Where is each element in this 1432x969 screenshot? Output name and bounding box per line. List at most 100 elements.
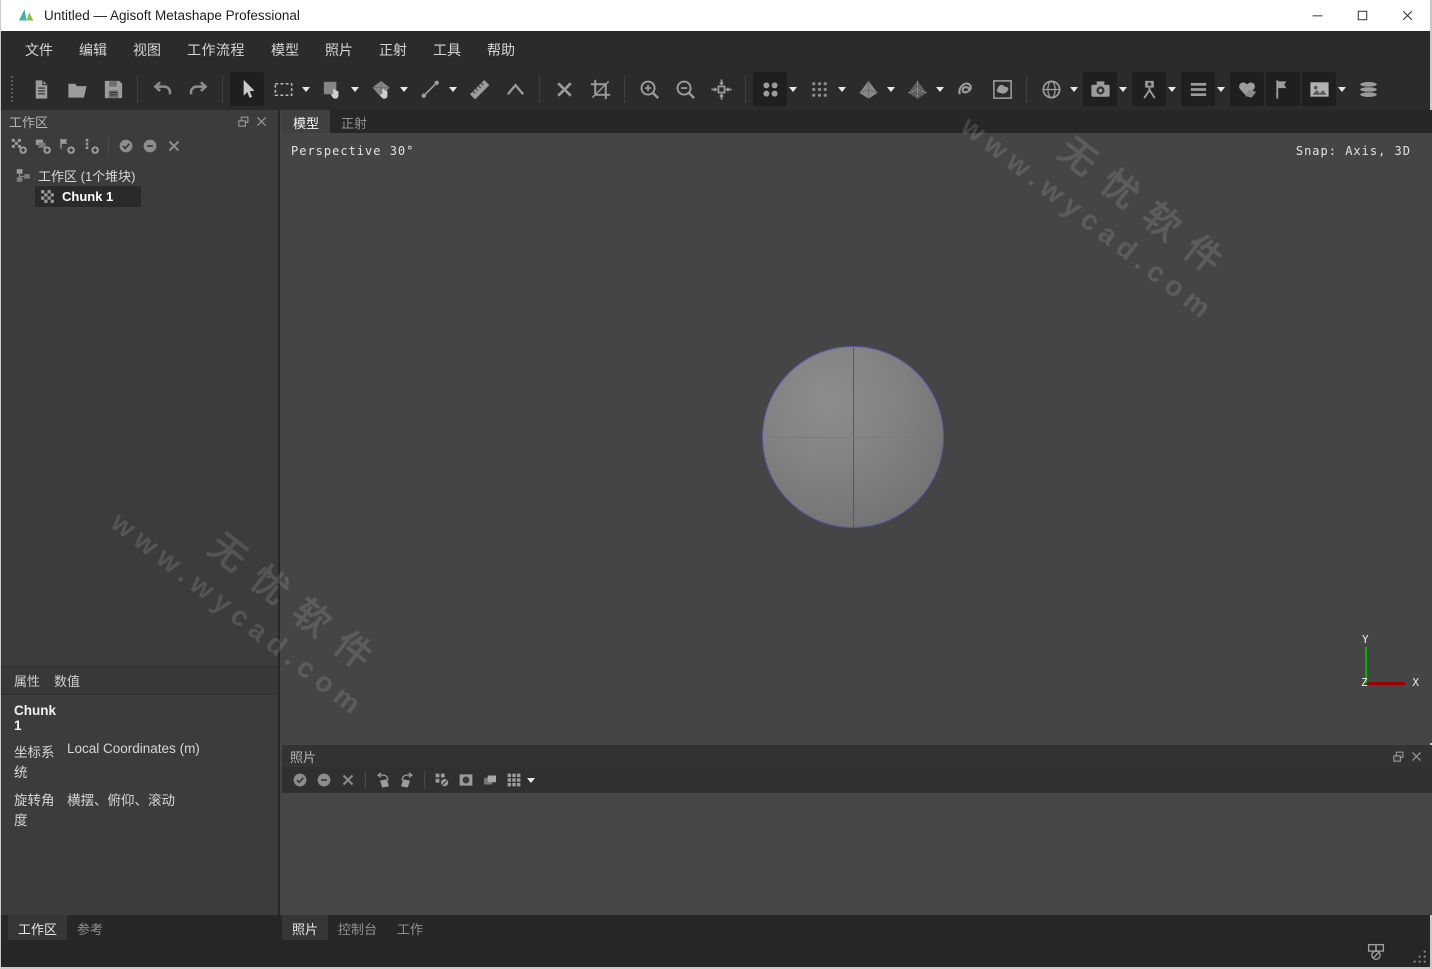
model-wireframe-view-button[interactable] [900,72,934,106]
dense-cloud-view-button[interactable] [802,72,836,106]
move-object-button[interactable] [315,72,349,106]
add-photos-button[interactable] [31,135,55,157]
measure-line-icon [419,78,442,101]
menu-file[interactable]: 文件 [12,34,66,66]
globe-view-button[interactable] [1034,72,1068,106]
viewport-canvas[interactable]: Perspective 30° Snap: Axis, 3D Y Z X [282,133,1432,743]
chevron-down-icon[interactable] [1119,87,1127,96]
chevron-down-icon[interactable] [400,87,408,96]
add-chunk-button[interactable] [7,135,31,157]
show-basemap-button[interactable] [1351,72,1385,106]
selection-tool-button[interactable] [230,72,264,106]
details-view-button[interactable] [478,769,502,791]
crop-region-button[interactable] [583,72,617,106]
chevron-down-icon[interactable] [1070,87,1078,96]
tie-points-view-button[interactable] [949,72,983,106]
enable-button[interactable] [114,135,138,157]
menu-workflow[interactable]: 工作流程 [174,34,258,66]
property-row-crs[interactable]: 坐标系统 Local Coordinates (m) [1,737,278,785]
zoom-in-button[interactable] [632,72,666,106]
chevron-down-icon[interactable] [302,87,310,96]
remove-photos-button[interactable] [336,769,360,791]
tab-console[interactable]: 控制台 [328,915,387,943]
float-panel-button[interactable] [1389,748,1407,764]
fit-view-button[interactable] [704,72,738,106]
show-markers-button[interactable] [1266,72,1300,106]
chevron-down-icon[interactable] [1168,87,1176,96]
ruler-tool-button[interactable] [413,72,447,106]
chevron-down-icon[interactable] [1217,87,1225,96]
crop-icon [589,78,612,101]
ruler-button[interactable] [462,72,496,106]
chevron-down-icon[interactable] [527,778,535,787]
rectangle-selection-button[interactable] [266,72,300,106]
minimize-button[interactable] [1295,0,1340,31]
rotate-left-button[interactable] [371,769,395,791]
new-document-button[interactable] [24,72,58,106]
chevron-down-icon[interactable] [449,87,457,96]
menu-help[interactable]: 帮助 [474,34,528,66]
chevron-down-icon[interactable] [351,87,359,96]
add-marker-button[interactable] [55,135,79,157]
chevron-down-icon[interactable] [1338,87,1346,96]
show-shapes-button[interactable] [1230,72,1264,106]
maximize-button[interactable] [1340,0,1385,31]
angle-measure-button[interactable] [498,72,532,106]
tab-reference[interactable]: 参考 [67,915,113,943]
resize-grip[interactable] [1408,945,1428,965]
grid-view-button[interactable] [502,769,526,791]
remove-button[interactable] [162,135,186,157]
filter-photos-button[interactable] [430,769,454,791]
menu-ortho[interactable]: 正射 [366,34,420,66]
photos-list-area[interactable] [282,793,1432,915]
separator [624,75,625,103]
tab-jobs[interactable]: 工作 [387,915,433,943]
toolbar-drag-handle[interactable] [11,76,17,102]
point-cloud-view-button[interactable] [753,72,787,106]
add-scalebar-button[interactable] [79,135,103,157]
chevron-down-icon[interactable] [789,87,797,96]
tab-workspace[interactable]: 工作区 [8,915,67,943]
property-row-rotation[interactable]: 旋转角度 横摆、俯仰、滚动 [1,785,278,833]
property-row-chunk[interactable]: Chunk 1 [1,695,278,737]
tab-model[interactable]: 模型 [282,110,330,133]
menu-tools[interactable]: 工具 [420,34,474,66]
model-shaded-view-button[interactable] [851,72,885,106]
save-button[interactable] [96,72,130,106]
show-cameras-button[interactable] [1083,72,1117,106]
show-camera-stations-button[interactable] [1132,72,1166,106]
menu-edit[interactable]: 编辑 [66,34,120,66]
show-images-button[interactable] [1302,72,1336,106]
close-panel-button[interactable] [1407,748,1425,764]
tree-root-item[interactable]: 工作区 (1个堆块) [1,165,278,186]
tab-ortho[interactable]: 正射 [330,110,378,133]
show-labels-button[interactable] [1181,72,1215,106]
undo-button[interactable] [145,72,179,106]
dem-view-button[interactable] [985,72,1019,106]
close-panel-button[interactable] [252,114,270,130]
close-button[interactable] [1385,0,1430,31]
redo-button[interactable] [181,72,215,106]
chevron-down-icon[interactable] [838,87,846,96]
circle-check-icon [117,137,135,155]
chevron-down-icon[interactable] [936,87,944,96]
enable-photos-button[interactable] [288,769,312,791]
rotate-object-button[interactable] [364,72,398,106]
delete-button[interactable] [547,72,581,106]
chevron-down-icon[interactable] [887,87,895,96]
thumbnail-view-button[interactable] [454,769,478,791]
menu-view[interactable]: 视图 [120,34,174,66]
open-button[interactable] [60,72,94,106]
tab-photos[interactable]: 照片 [282,915,328,943]
tree-chunk-item[interactable]: Chunk 1 [35,186,141,207]
zoom-out-button[interactable] [668,72,702,106]
fit-view-icon [710,78,733,101]
disable-photos-button[interactable] [312,769,336,791]
separator [137,75,138,103]
disable-button[interactable] [138,135,162,157]
rotate-right-button[interactable] [395,769,419,791]
float-panel-button[interactable] [234,114,252,130]
network-status-button[interactable] [1364,941,1388,963]
menu-model[interactable]: 模型 [258,34,312,66]
menu-photo[interactable]: 照片 [312,34,366,66]
